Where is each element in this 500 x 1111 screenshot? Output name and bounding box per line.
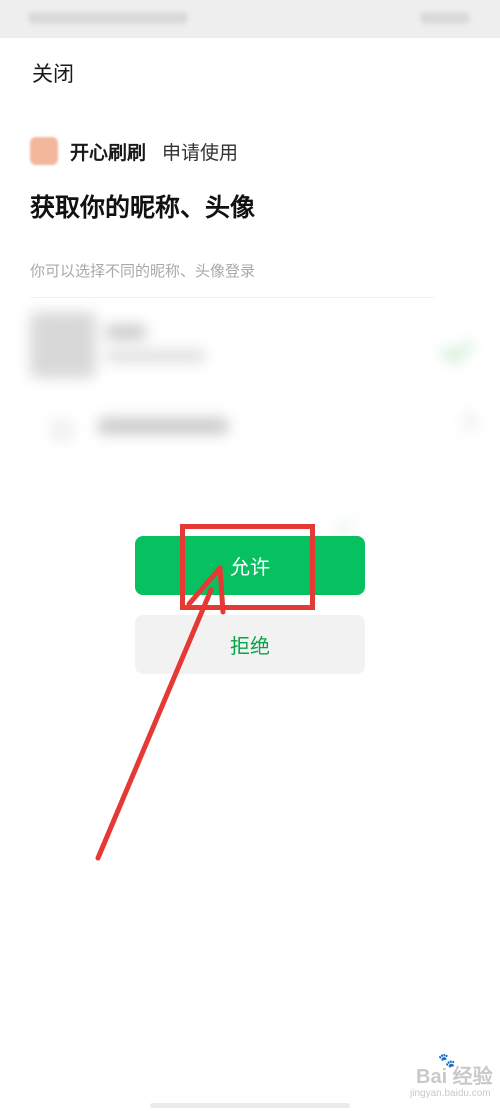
checkmark-icon (441, 331, 473, 363)
watermark: 🐾 Bai 经验 jingyan.baidu.com (408, 1052, 498, 1106)
profile-name-blurred (106, 325, 146, 339)
deny-button[interactable]: 拒绝 (135, 615, 365, 674)
profile-avatar[interactable] (30, 312, 96, 378)
ghost-checkmark-icon (334, 513, 355, 534)
chevron-right-icon (454, 410, 477, 433)
app-logo-icon (30, 137, 58, 165)
watermark-url: jingyan.baidu.com (410, 1088, 491, 1099)
divider (30, 297, 435, 298)
app-request-text: 申请使用 (162, 141, 239, 164)
auth-title: 获取你的昵称、头像 (30, 193, 256, 222)
auth-description: 你可以选择不同的昵称、头像登录 (30, 262, 256, 280)
radio-icon[interactable] (52, 420, 72, 440)
other-profile-label-blurred[interactable] (98, 418, 228, 434)
status-bar-right-blurred (420, 12, 470, 24)
app-name: 开心刷刷 (70, 141, 147, 164)
allow-button[interactable]: 允许 (135, 536, 365, 595)
profile-subtitle-blurred (106, 350, 206, 362)
status-bar (0, 0, 500, 38)
app-info-row: 开心刷刷 申请使用 (30, 136, 238, 166)
home-indicator (150, 1103, 350, 1108)
watermark-logo: Bai 经验 (416, 1066, 493, 1088)
close-button[interactable]: 关闭 (32, 58, 74, 88)
status-bar-left-blurred (28, 12, 188, 24)
